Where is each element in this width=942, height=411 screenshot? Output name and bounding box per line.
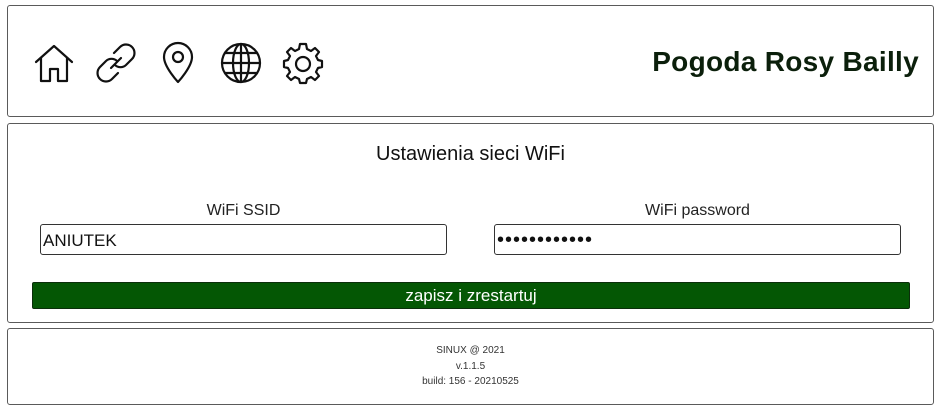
version-text: v.1.1.5 [455,361,486,372]
globe-icon[interactable] [217,39,265,87]
location-pin-icon[interactable] [154,39,202,87]
header-panel: Pogoda Rosy Bailly [7,5,934,117]
password-label: WiFi password [645,202,750,219]
gear-icon[interactable] [279,39,327,87]
build-text: build: 156 - 20210525 [422,376,519,387]
wifi-settings-panel: Ustawienia sieci WiFi WiFi SSID WiFi pas… [7,123,934,323]
site-title: Pogoda Rosy Bailly [652,46,919,77]
ssid-input[interactable] [40,224,447,255]
link-icon[interactable] [92,39,140,87]
copyright-text: SINUX @ 2021 [436,345,505,356]
home-icon[interactable] [30,39,78,87]
ssid-label: WiFi SSID [206,202,281,219]
password-input[interactable] [494,224,901,255]
footer-panel: SINUX @ 2021 v.1.1.5 build: 156 - 202105… [7,328,934,405]
save-and-restart-button[interactable]: zapisz i zrestartuj [32,282,910,309]
section-title: Ustawienia sieci WiFi [376,143,565,165]
